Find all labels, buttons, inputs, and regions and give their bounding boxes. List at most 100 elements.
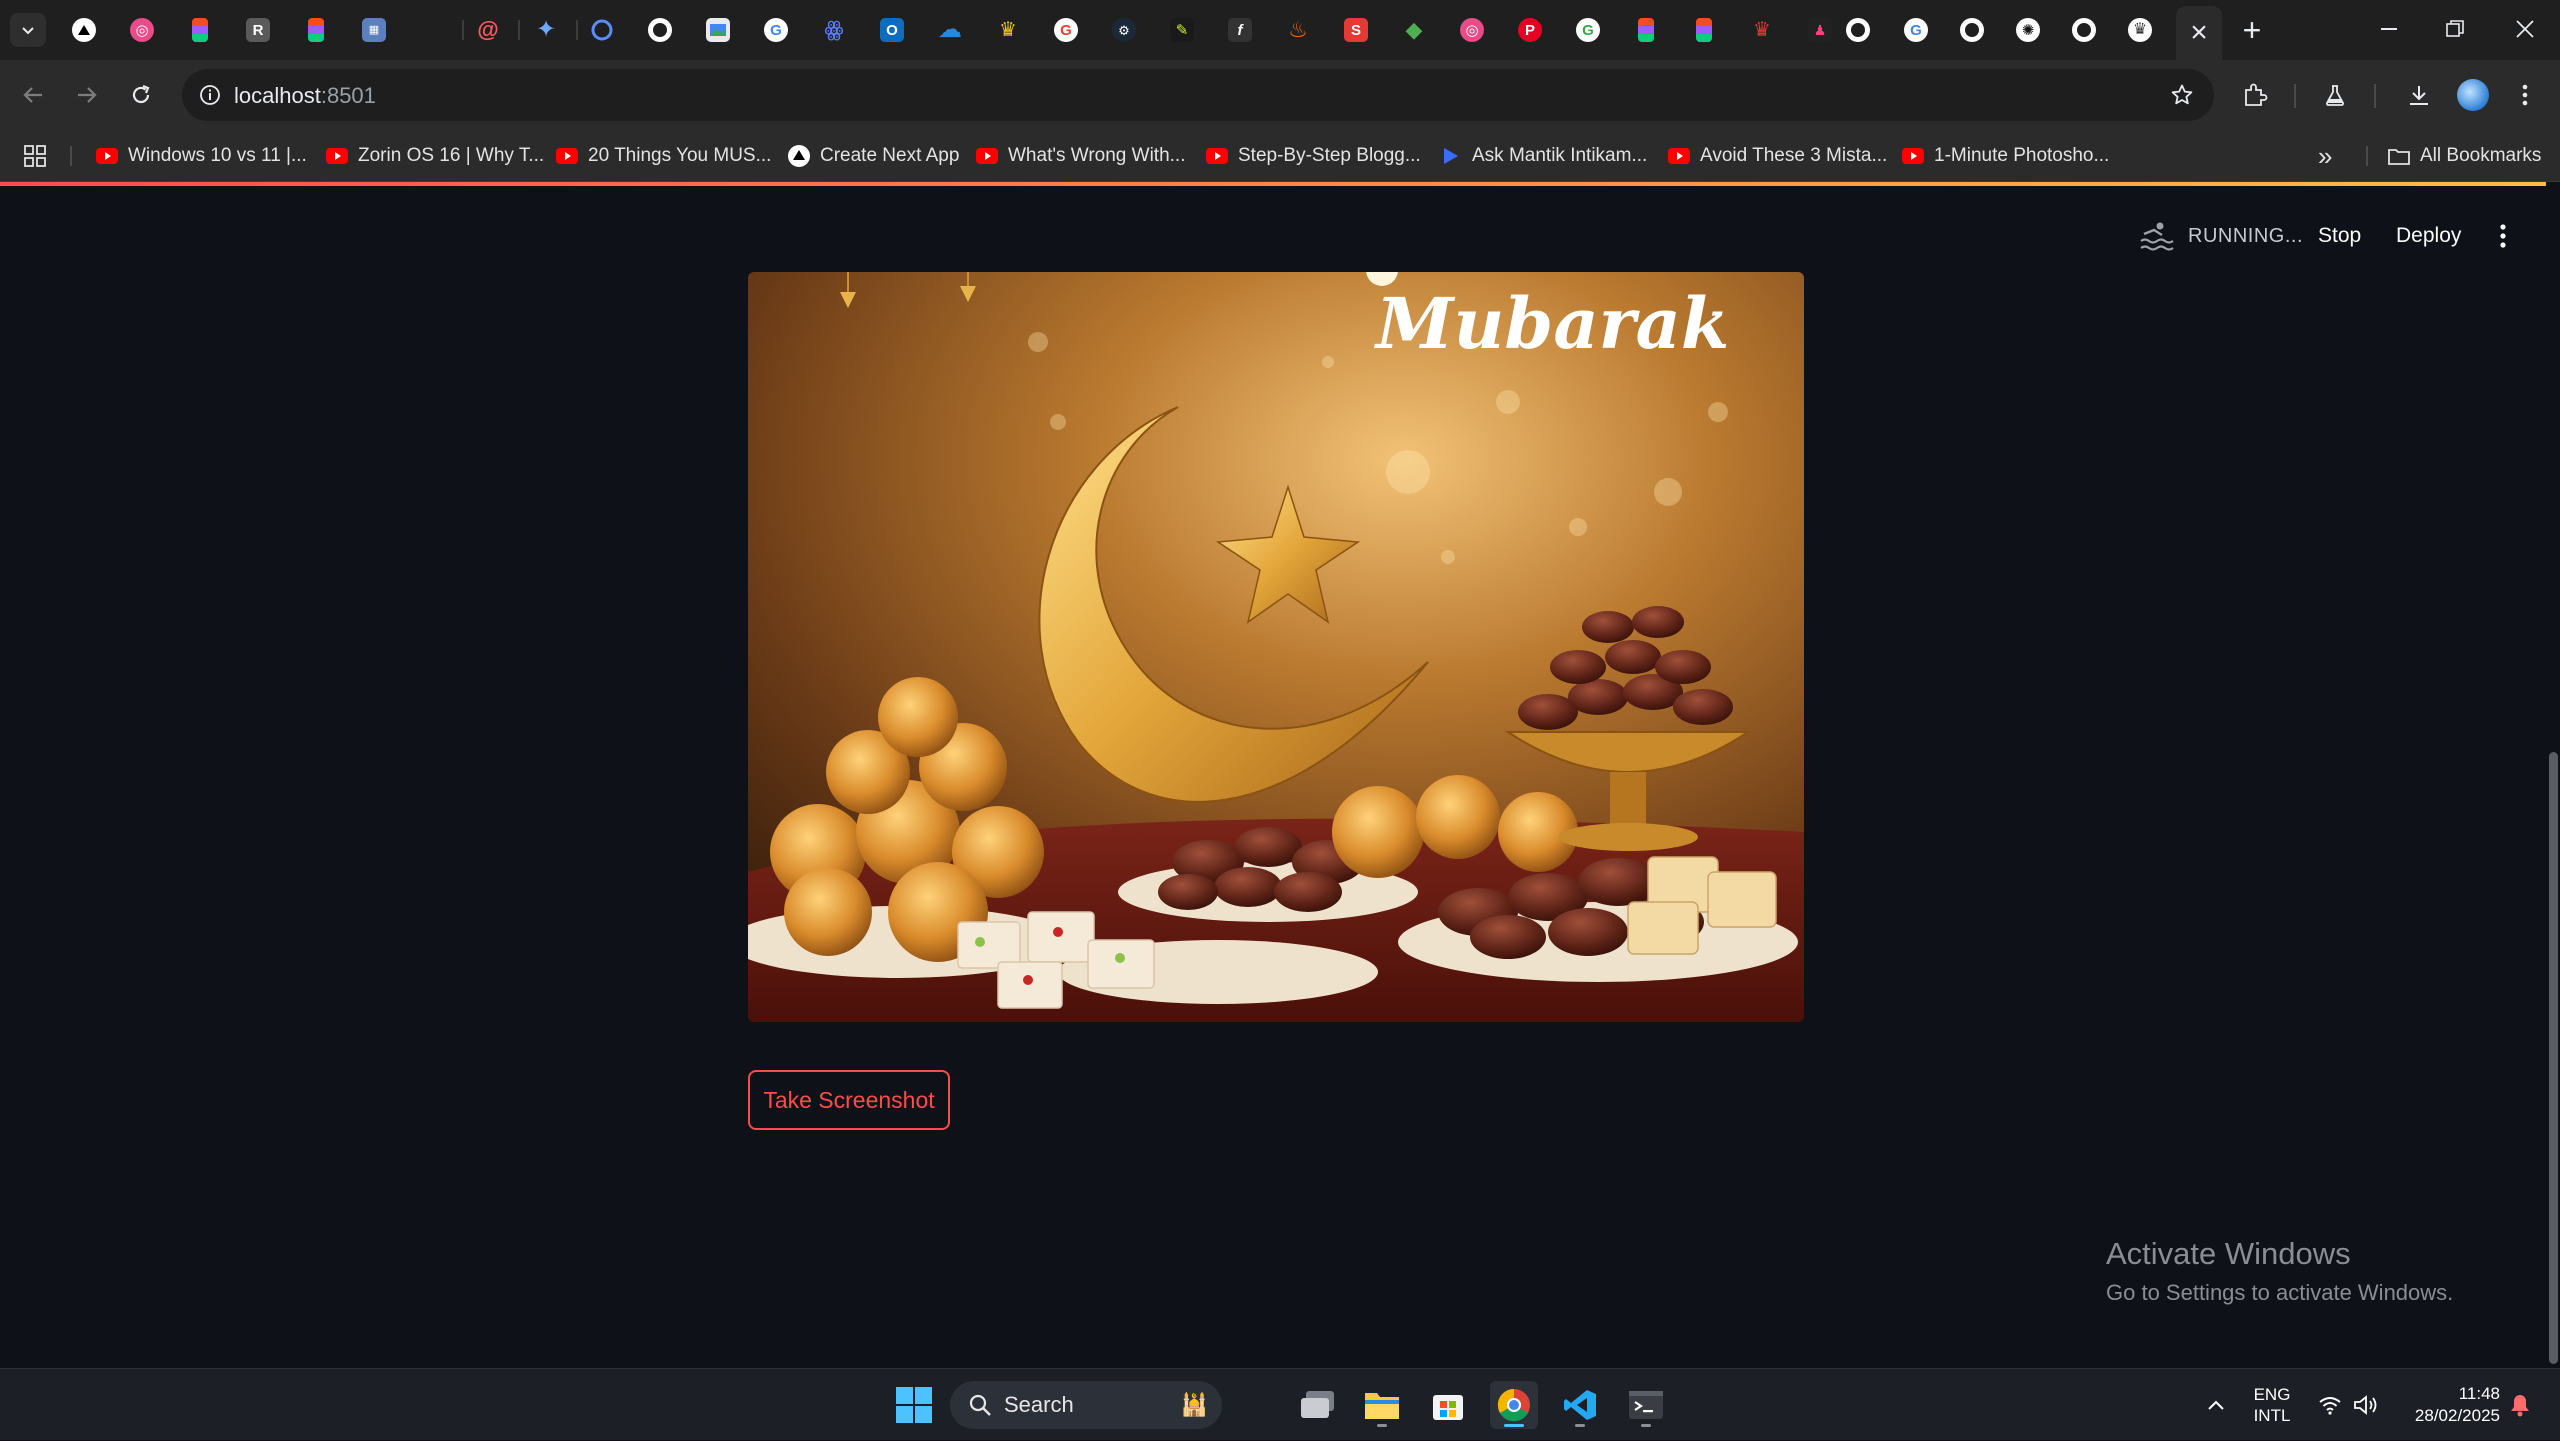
- bookmarks-overflow-button[interactable]: »: [2318, 140, 2332, 172]
- pinned-tab-swirl[interactable]: @: [472, 14, 504, 46]
- minimize-icon: [2381, 28, 2397, 30]
- pinned-tab-figma[interactable]: [184, 14, 216, 46]
- diamond-icon: ◆: [1405, 17, 1423, 42]
- bookmark-item[interactable]: 20 Things You MUS...: [556, 140, 771, 172]
- pinned-tab-butterfly[interactable]: ꙮ: [818, 14, 850, 46]
- pinned-tab-github-3[interactable]: [1956, 14, 1988, 46]
- pinned-tab-fire[interactable]: ♨: [1282, 14, 1314, 46]
- reload-button[interactable]: [120, 74, 162, 116]
- file-explorer-button[interactable]: [1358, 1381, 1406, 1429]
- show-hidden-icons-button[interactable]: [2196, 1369, 2236, 1441]
- bookmark-item[interactable]: What's Wrong With...: [976, 140, 1186, 172]
- tab-search-button[interactable]: [10, 13, 46, 47]
- pinned-tab-figure[interactable]: ♟: [1804, 14, 1836, 46]
- scrollbar[interactable]: [2546, 182, 2560, 1368]
- chrome-menu-button[interactable]: [2504, 74, 2546, 116]
- pinned-tab-steam[interactable]: ⚙: [1108, 14, 1140, 46]
- close-tab-icon[interactable]: ×: [2190, 18, 2208, 48]
- pinned-tab-google[interactable]: G: [760, 14, 792, 46]
- minimize-button[interactable]: [2354, 0, 2424, 58]
- pinned-tab-google-2[interactable]: G: [1050, 14, 1082, 46]
- taskbar-search[interactable]: Search 🕌: [950, 1381, 1222, 1429]
- pinned-tab-crown-2[interactable]: ♛: [1746, 14, 1778, 46]
- pinned-tab-blank[interactable]: [416, 14, 448, 46]
- address-bar[interactable]: localhost:8501: [182, 69, 2214, 121]
- labs-button[interactable]: [2314, 74, 2356, 116]
- pinned-tab-dribbble-2[interactable]: ◎: [1456, 14, 1488, 46]
- pinned-tab-figma-3[interactable]: [1630, 14, 1662, 46]
- bookmark-item[interactable]: Avoid These 3 Mista...: [1668, 140, 1887, 172]
- pinned-tab-ring[interactable]: [586, 14, 618, 46]
- folder-icon: [1365, 1393, 1399, 1419]
- back-button[interactable]: [12, 74, 54, 116]
- close-window-button[interactable]: [2490, 0, 2560, 58]
- pinned-tab-photos[interactable]: [702, 14, 734, 46]
- running-indicator: [1575, 1424, 1585, 1427]
- pinned-tab-outlook[interactable]: O: [876, 14, 908, 46]
- extensions-button[interactable]: [2234, 74, 2276, 116]
- site-info-icon[interactable]: [192, 77, 228, 113]
- start-button[interactable]: [890, 1381, 938, 1429]
- github-icon: [648, 18, 672, 42]
- pinned-tab-dribbble[interactable]: ◎: [126, 14, 158, 46]
- deploy-button[interactable]: Deploy: [2396, 216, 2461, 256]
- pinned-tab-onedrive[interactable]: ☁: [934, 14, 966, 46]
- pinned-tab-s[interactable]: S: [1340, 14, 1372, 46]
- pinned-tab-crown[interactable]: ♛: [992, 14, 1024, 46]
- clock[interactable]: 11:48 28/02/2025: [2400, 1369, 2500, 1441]
- bookmark-item[interactable]: Zorin OS 16 | Why T...: [326, 140, 544, 172]
- pinned-tab-vercel[interactable]: [68, 14, 100, 46]
- terminal-button[interactable]: [1622, 1381, 1670, 1429]
- pinned-tab-figma-4[interactable]: [1688, 14, 1720, 46]
- apps-button[interactable]: [24, 140, 46, 172]
- close-icon: [2516, 20, 2534, 38]
- pinned-tab-github-2[interactable]: [1842, 14, 1874, 46]
- bookmark-item[interactable]: Windows 10 vs 11 |...: [96, 140, 307, 172]
- scrollbar-thumb[interactable]: [2549, 752, 2558, 1364]
- notifications-button[interactable]: [2502, 1369, 2538, 1441]
- pinned-tab-pencil[interactable]: ✎: [1166, 14, 1198, 46]
- microsoft-store-button[interactable]: [1424, 1381, 1472, 1429]
- pinned-tab-figma-2[interactable]: [300, 14, 332, 46]
- restore-button[interactable]: [2420, 0, 2490, 58]
- chrome-beta-button[interactable]: [1490, 1381, 1538, 1429]
- main-menu-button[interactable]: [2486, 216, 2520, 256]
- pinned-tab-f[interactable]: f: [1224, 14, 1256, 46]
- pinned-tab-pinterest[interactable]: P: [1514, 14, 1546, 46]
- language-indicator[interactable]: ENG INTL: [2244, 1369, 2300, 1441]
- pinned-tab-crown-3[interactable]: ♛: [2124, 14, 2156, 46]
- downloads-button[interactable]: [2398, 74, 2440, 116]
- all-bookmarks-button[interactable]: All Bookmarks: [2388, 140, 2541, 172]
- apps-grid-icon: [24, 145, 46, 167]
- github-icon: [1846, 18, 1870, 42]
- new-tab-button[interactable]: +: [2234, 12, 2270, 48]
- wifi-button[interactable]: [2312, 1369, 2348, 1441]
- pinned-tab-github[interactable]: [644, 14, 676, 46]
- pinned-tab-diamond[interactable]: ◆: [1398, 14, 1430, 46]
- pinned-tab-chatgpt[interactable]: ✺: [2012, 14, 2044, 46]
- pinned-tab-gemini[interactable]: ✦: [530, 14, 562, 46]
- volume-button[interactable]: [2348, 1369, 2384, 1441]
- profile-button[interactable]: [2452, 74, 2494, 116]
- bookmark-item[interactable]: Create Next App: [788, 140, 959, 172]
- vscode-icon: [1564, 1390, 1596, 1420]
- vscode-button[interactable]: [1556, 1381, 1604, 1429]
- forward-button[interactable]: [66, 74, 108, 116]
- url-text[interactable]: localhost:8501: [234, 83, 376, 109]
- pinned-tab-google-3[interactable]: G: [1572, 14, 1604, 46]
- bookmark-item[interactable]: 1-Minute Photosho...: [1902, 140, 2109, 172]
- bookmark-item[interactable]: Step-By-Step Blogg...: [1206, 140, 1421, 172]
- pinned-tab-google-4[interactable]: G: [1900, 14, 1932, 46]
- stop-button[interactable]: Stop: [2318, 216, 2361, 256]
- active-tab[interactable]: ×: [2176, 6, 2222, 60]
- restore-icon: [2446, 20, 2464, 37]
- pinned-tab-r[interactable]: R: [242, 14, 274, 46]
- pinned-tab-grid[interactable]: ▦: [358, 14, 390, 46]
- bookmark-star-button[interactable]: [2164, 77, 2200, 113]
- star-icon: [2171, 84, 2193, 105]
- task-view-button[interactable]: [1294, 1381, 1342, 1429]
- pinned-tab-github-4[interactable]: [2068, 14, 2100, 46]
- bookmark-item[interactable]: Ask Mantik Intikam...: [1440, 140, 1647, 172]
- activate-windows-watermark: Activate Windows Go to Settings to activ…: [2106, 1236, 2453, 1306]
- take-screenshot-button[interactable]: Take Screenshot: [748, 1070, 950, 1130]
